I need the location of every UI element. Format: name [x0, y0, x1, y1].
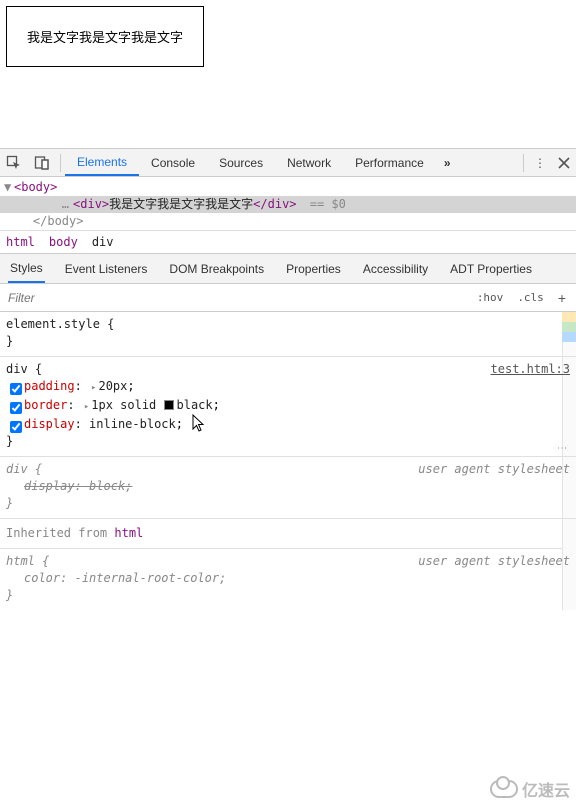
css-prop-color-ua: color: -internal-root-color; — [6, 570, 570, 587]
device-toolbar-icon[interactable] — [28, 149, 56, 177]
prop-toggle[interactable] — [10, 402, 22, 414]
styles-pane: ▴ element.style { } test.html:3 div { pa… — [0, 312, 576, 610]
css-prop-display[interactable]: display: inline-block; — [6, 416, 570, 433]
css-prop-padding[interactable]: padding: ▸20px; — [6, 378, 570, 397]
subtab-eventlisteners[interactable]: Event Listeners — [63, 254, 150, 283]
separator — [523, 154, 524, 172]
subtab-dombreakpoints[interactable]: DOM Breakpoints — [167, 254, 266, 283]
devtools-tabbar: Elements Console Sources Network Perform… — [0, 149, 576, 177]
tab-console[interactable]: Console — [139, 149, 207, 176]
close-icon[interactable] — [552, 149, 576, 177]
cloud-icon — [490, 780, 518, 798]
dom-selected-div[interactable]: …<div>我是文字我是文字我是文字</div> == $0 — [0, 196, 576, 213]
selector: div — [6, 462, 28, 476]
selector[interactable]: element.style — [6, 317, 100, 331]
expand-value-icon[interactable]: ▸ — [84, 402, 89, 412]
tabs-overflow-icon[interactable]: » — [436, 149, 459, 176]
prop-toggle[interactable] — [10, 421, 22, 433]
expand-triangle-icon[interactable]: ▼ — [4, 179, 14, 196]
rule-html-ua: user agent stylesheet html { color: -int… — [0, 549, 576, 610]
subtab-adtproperties[interactable]: ADT Properties — [448, 254, 534, 283]
tab-elements[interactable]: Elements — [65, 149, 139, 176]
selector: html — [6, 554, 35, 568]
selector[interactable]: div — [6, 362, 28, 376]
separator — [60, 154, 61, 172]
tabbar-right: ⋮ — [519, 149, 576, 177]
devtools-panel: Elements Console Sources Network Perform… — [0, 148, 576, 807]
rendered-page: 我是文字我是文字我是文字 — [0, 0, 576, 140]
watermark: 亿速云 — [490, 777, 570, 801]
inherited-from-link[interactable]: html — [114, 526, 143, 540]
inspect-element-icon[interactable] — [0, 149, 28, 177]
selected-ref: == $0 — [303, 197, 346, 211]
subtab-accessibility[interactable]: Accessibility — [361, 254, 430, 283]
kebab-menu-icon[interactable]: ⋮ — [528, 149, 552, 177]
dom-tree[interactable]: ▼<body> …<div>我是文字我是文字我是文字</div> == $0 <… — [0, 177, 576, 230]
dom-body-close[interactable]: </body> — [0, 213, 576, 230]
crumb-div[interactable]: div — [92, 235, 114, 249]
tab-network[interactable]: Network — [275, 149, 343, 176]
subtab-styles[interactable]: Styles — [8, 254, 45, 283]
prop-toggle[interactable] — [10, 383, 22, 395]
source-link[interactable]: test.html:3 — [491, 361, 570, 378]
rule-element-style[interactable]: element.style { } — [0, 312, 576, 357]
tab-performance[interactable]: Performance — [343, 149, 436, 176]
crumb-body[interactable]: body — [49, 235, 78, 249]
color-swatch-icon[interactable] — [164, 400, 174, 410]
css-prop-display-ua: display: block; — [6, 478, 570, 495]
styles-filter-bar: :hov .cls + — [0, 284, 576, 312]
color-strip — [562, 312, 576, 342]
rule-div-ua: user agent stylesheet div { display: blo… — [0, 457, 576, 519]
new-style-rule-icon[interactable]: + — [552, 290, 572, 306]
crumb-html[interactable]: html — [6, 235, 35, 249]
demo-div: 我是文字我是文字我是文字 — [6, 6, 204, 67]
styles-subtabs: Styles Event Listeners DOM Breakpoints P… — [0, 254, 576, 284]
cls-toggle[interactable]: .cls — [511, 289, 550, 306]
tab-sources[interactable]: Sources — [207, 149, 275, 176]
rule-div-author[interactable]: test.html:3 div { padding: ▸20px; border… — [0, 357, 576, 457]
css-prop-border[interactable]: border: ▸1px solid black; — [6, 397, 570, 416]
expand-value-icon[interactable]: ▸ — [91, 383, 96, 393]
dom-body-open[interactable]: ▼<body> — [0, 179, 576, 196]
subtab-properties[interactable]: Properties — [284, 254, 343, 283]
inherited-header: Inherited from html — [0, 519, 576, 549]
breadcrumb: html body div — [0, 230, 576, 254]
styles-filter-input[interactable] — [4, 289, 471, 307]
main-tabs: Elements Console Sources Network Perform… — [65, 149, 519, 176]
hov-toggle[interactable]: :hov — [471, 289, 510, 306]
watermark-text: 亿速云 — [522, 777, 570, 801]
ua-stylesheet-label: user agent stylesheet — [418, 553, 570, 570]
ellipsis-icon: … — [62, 197, 73, 211]
ua-stylesheet-label: user agent stylesheet — [418, 461, 570, 478]
more-icon[interactable]: ⋮ — [553, 443, 570, 454]
